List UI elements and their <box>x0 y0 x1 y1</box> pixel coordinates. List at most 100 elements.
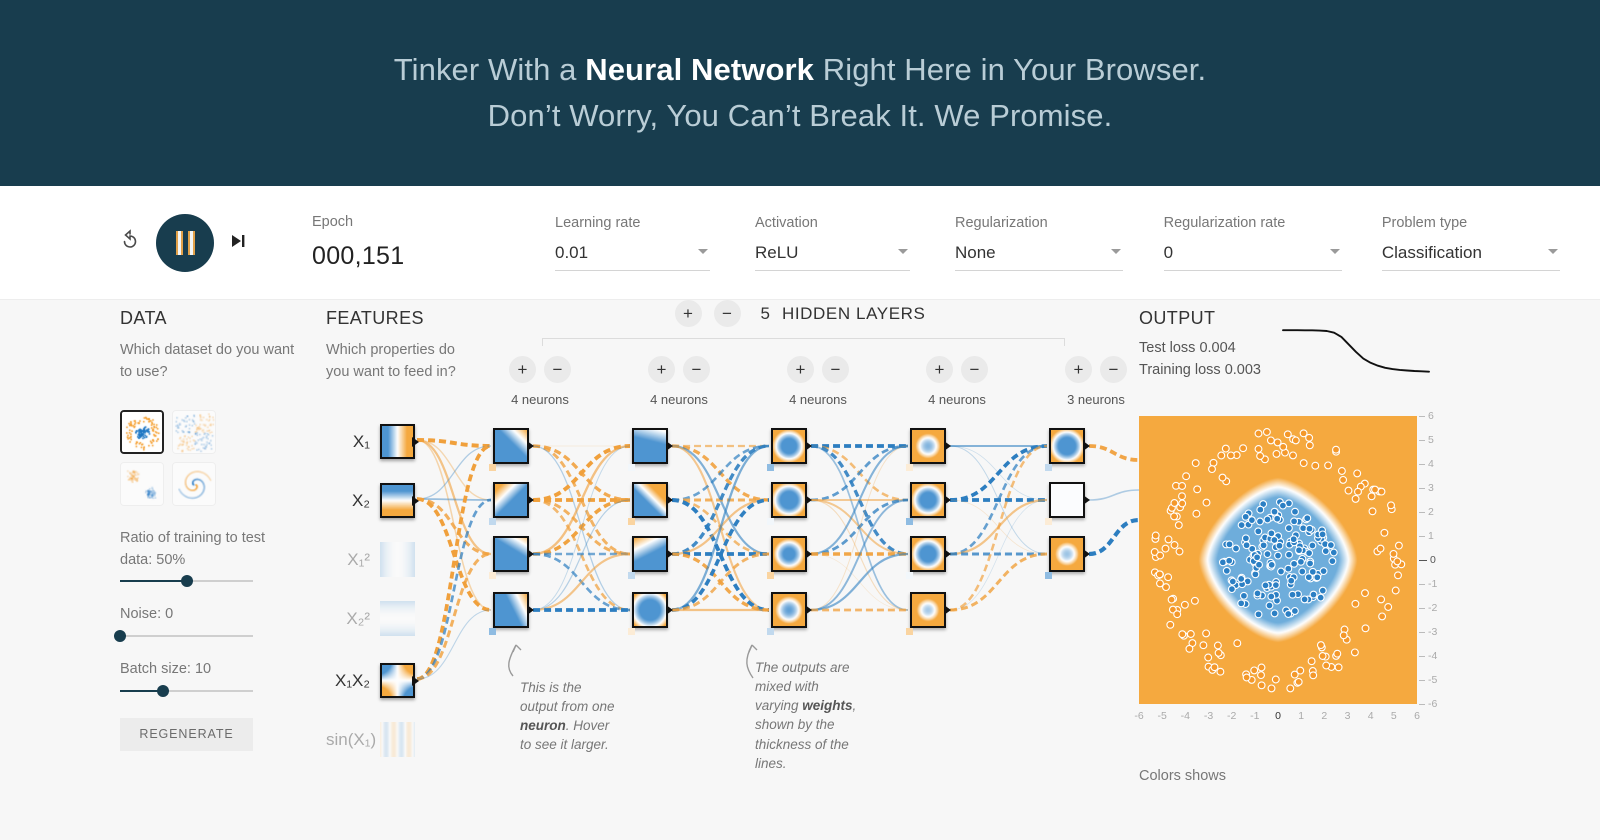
regularization-rate-select[interactable]: 0 <box>1163 243 1342 271</box>
remove-neuron-button-1[interactable]: − <box>544 356 571 383</box>
neuron-bias-l2-n3[interactable] <box>628 572 635 579</box>
feature-node-canvas <box>382 485 413 516</box>
feature-node-x1x2[interactable] <box>380 663 419 698</box>
y-tick-4: 4 <box>1419 458 1434 470</box>
neuron-l2-n3[interactable] <box>632 536 673 572</box>
batch-slider[interactable] <box>120 684 253 697</box>
neuron-bias-l4-n2[interactable] <box>906 518 913 525</box>
neuron-bias-l5-n2[interactable] <box>1045 518 1052 525</box>
feature-output-connector <box>412 495 419 506</box>
neuron-bias-l3-n1[interactable] <box>767 464 774 471</box>
feature-node-x2[interactable] <box>380 483 419 518</box>
reset-button[interactable] <box>118 228 142 257</box>
feature-row-x1sq[interactable]: X₁² <box>326 542 415 577</box>
neuron-bias-l2-n4[interactable] <box>628 628 635 635</box>
neuron-l3-n4[interactable] <box>771 592 812 628</box>
neuron-l5-n1[interactable] <box>1049 428 1090 464</box>
learning-rate-label: Learning rate <box>555 214 641 231</box>
neuron-l1-n3[interactable] <box>493 536 534 572</box>
neuron-l3-n2[interactable] <box>771 482 812 518</box>
neuron-l5-n2[interactable] <box>1049 482 1090 518</box>
neuron-output-connector <box>944 605 951 615</box>
feature-row-x2[interactable]: X₂ <box>326 483 419 518</box>
remove-neuron-button-2[interactable]: − <box>683 356 710 383</box>
neuron-l2-n2[interactable] <box>632 482 673 518</box>
remove-neuron-button-4[interactable]: − <box>961 356 988 383</box>
neuron-bias-l4-n4[interactable] <box>906 628 913 635</box>
neuron-l4-n2[interactable] <box>910 482 951 518</box>
neuron-bias-l4-n3[interactable] <box>906 572 913 579</box>
neuron-bias-l2-n1[interactable] <box>628 464 635 471</box>
neuron-l4-n4[interactable] <box>910 592 951 628</box>
feature-node-x1[interactable] <box>380 424 419 459</box>
step-forward-button[interactable] <box>228 231 248 255</box>
remove-layer-button[interactable]: − <box>713 300 741 327</box>
batch-slider-knob[interactable] <box>156 684 169 697</box>
neuron-l1-n2[interactable] <box>493 482 534 518</box>
neuron-l5-n3[interactable] <box>1049 536 1090 572</box>
neuron-bias-l2-n2[interactable] <box>628 518 635 525</box>
neuron-bias-l5-n1[interactable] <box>1045 464 1052 471</box>
remove-neuron-button-3[interactable]: − <box>822 356 849 383</box>
network-link <box>671 552 770 612</box>
regularization-select[interactable]: None <box>955 243 1123 271</box>
output-heatmap[interactable] <box>1139 416 1417 704</box>
neuron-l3-n1[interactable] <box>771 428 812 464</box>
noise-slider-knob[interactable] <box>114 630 126 643</box>
neuron-bias-l3-n3[interactable] <box>767 572 774 579</box>
dataset-thumb-circle[interactable] <box>120 409 164 454</box>
ratio-slider[interactable] <box>120 575 253 588</box>
add-neuron-button-1[interactable]: + <box>509 356 536 383</box>
feature-row-sinx1[interactable]: sin(X₁) <box>326 722 415 757</box>
feature-node-x1sq[interactable] <box>380 542 415 577</box>
data-point <box>1305 433 1314 442</box>
neuron-bias-l1-n1[interactable] <box>489 464 496 471</box>
neuron-bias-l3-n2[interactable] <box>767 518 774 525</box>
neuron-output-connector <box>805 549 812 559</box>
network-link <box>532 498 631 612</box>
neuron-bias-l4-n1[interactable] <box>906 464 913 471</box>
network-link <box>671 498 770 556</box>
data-point <box>1233 639 1242 648</box>
data-point <box>1304 573 1313 582</box>
remove-neuron-button-5[interactable]: − <box>1100 356 1127 383</box>
network-link <box>949 499 1048 611</box>
feature-row-x1x2[interactable]: X₁X₂ <box>326 663 419 698</box>
ratio-slider-knob[interactable] <box>180 575 193 588</box>
neuron-l1-n4[interactable] <box>493 592 534 628</box>
dataset-thumb-spiral[interactable] <box>172 461 216 506</box>
neuron-l4-n3[interactable] <box>910 536 951 572</box>
step-forward-icon <box>232 234 245 247</box>
regenerate-button[interactable]: REGENERATE <box>120 717 253 751</box>
add-neuron-button-5[interactable]: + <box>1065 356 1092 383</box>
neuron-bias-l1-n2[interactable] <box>489 518 496 525</box>
neuron-l2-n1[interactable] <box>632 428 673 464</box>
problem-type-select[interactable]: Classification <box>1381 243 1560 271</box>
neuron-l2-n4[interactable] <box>632 592 673 628</box>
neuron-bias-l5-n3[interactable] <box>1045 572 1052 579</box>
data-point <box>1170 499 1179 507</box>
feature-row-x1[interactable]: X₁ <box>326 424 419 459</box>
dataset-thumb-gauss[interactable] <box>120 461 164 506</box>
data-point <box>1334 663 1343 672</box>
neuron-l3-n3[interactable] <box>771 536 812 572</box>
activation-select[interactable]: ReLU <box>755 243 910 271</box>
network-link <box>810 445 909 611</box>
dataset-thumb-xor[interactable] <box>172 409 216 454</box>
neuron-l4-n1[interactable] <box>910 428 951 464</box>
data-point <box>1316 593 1325 602</box>
learning-rate-select[interactable]: 0.01 <box>555 243 710 271</box>
neuron-bias-l3-n4[interactable] <box>767 628 774 635</box>
add-neuron-button-3[interactable]: + <box>787 356 814 383</box>
feature-node-sinx1[interactable] <box>380 722 415 757</box>
feature-node-x2sq[interactable] <box>380 601 415 636</box>
noise-slider[interactable] <box>114 630 253 643</box>
neuron-bias-l1-n3[interactable] <box>489 572 496 579</box>
neuron-bias-l1-n4[interactable] <box>489 628 496 635</box>
play-pause-button[interactable] <box>156 213 214 272</box>
feature-row-x2sq[interactable]: X₂² <box>326 601 415 636</box>
neuron-l1-n1[interactable] <box>493 428 534 464</box>
add-layer-button[interactable]: + <box>674 300 702 327</box>
add-neuron-button-4[interactable]: + <box>926 356 953 383</box>
add-neuron-button-2[interactable]: + <box>648 356 675 383</box>
